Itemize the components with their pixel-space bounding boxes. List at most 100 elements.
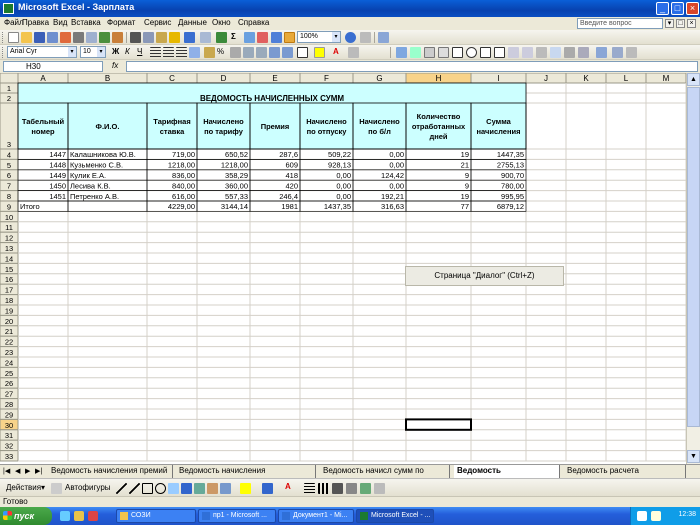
save-icon[interactable]: [34, 32, 45, 43]
row-header-label[interactable]: 7: [7, 182, 11, 191]
forms-label-icon[interactable]: [410, 47, 421, 58]
column-header-label[interactable]: G: [376, 74, 382, 83]
scroll-thumb[interactable]: [687, 87, 700, 427]
row-header-label[interactable]: 19: [5, 306, 13, 315]
column-header-label[interactable]: L: [624, 74, 629, 83]
row-header-label[interactable]: 18: [5, 296, 13, 305]
insert-function-icon[interactable]: fx: [112, 61, 118, 70]
active-cell[interactable]: [405, 418, 472, 431]
row-header-label[interactable]: 16: [5, 275, 13, 284]
forms-checkbox-icon[interactable]: [452, 47, 463, 58]
help-icon[interactable]: [345, 32, 356, 43]
row-header-label[interactable]: 27: [5, 390, 13, 399]
menu-chevron-icon[interactable]: ▾: [665, 19, 674, 28]
column-header-label[interactable]: A: [40, 74, 46, 83]
row-header-label[interactable]: 17: [5, 286, 13, 295]
menu-view[interactable]: Вид: [53, 18, 67, 27]
quicklaunch-ie-icon[interactable]: [60, 511, 70, 521]
zoom-select[interactable]: 100% ▾: [297, 31, 341, 43]
undo-icon[interactable]: [184, 32, 195, 43]
diagram-icon[interactable]: [194, 483, 205, 494]
row-header-label[interactable]: 2: [7, 94, 11, 103]
format-painter-icon[interactable]: [169, 32, 180, 43]
italic-icon[interactable]: К: [125, 47, 130, 56]
hyperlink-icon[interactable]: [216, 32, 227, 43]
name-box[interactable]: H30: [3, 61, 103, 72]
sort-desc-icon[interactable]: [257, 32, 268, 43]
borders-icon[interactable]: [297, 47, 308, 58]
sheet-tab[interactable]: Ведомость начисления премий: [48, 465, 173, 478]
row-header-label[interactable]: 30: [5, 421, 13, 430]
decrease-decimal-icon[interactable]: [256, 47, 267, 58]
bold-icon[interactable]: Ж: [112, 47, 119, 56]
custom-macro-icon[interactable]: [378, 32, 389, 43]
dash-style-icon[interactable]: [318, 483, 329, 494]
line-icon[interactable]: [116, 483, 127, 494]
column-header-label[interactable]: J: [544, 74, 548, 83]
column-header-label[interactable]: F: [324, 74, 329, 83]
forms-listbox-icon[interactable]: [480, 47, 491, 58]
column-header-label[interactable]: H: [436, 74, 442, 83]
row-header-label[interactable]: 28: [5, 400, 13, 409]
last-sheet-icon[interactable]: ▶|: [35, 467, 42, 475]
column-header-label[interactable]: I: [497, 74, 499, 83]
row-header-label[interactable]: 3: [7, 140, 11, 149]
worksheet-grid[interactable]: A B C D E F G H I J K L M 1 2 3 4 5 6 7 8 9 10 11 12 13 14 15 16 17 18…: [0, 73, 700, 464]
shadow-style-icon[interactable]: [346, 483, 357, 494]
help-question-input[interactable]: Введите вопрос: [577, 18, 663, 29]
draw-fill-color-icon[interactable]: [240, 483, 251, 494]
textbox-icon[interactable]: [168, 483, 179, 494]
email-icon[interactable]: [60, 32, 71, 43]
forms-code-icon[interactable]: [550, 47, 561, 58]
forms-properties-icon[interactable]: [536, 47, 547, 58]
row-header-label[interactable]: 14: [5, 254, 13, 263]
column-header-label[interactable]: D: [221, 74, 227, 83]
underline-icon[interactable]: Ч: [137, 47, 142, 56]
forms-scrollbar-icon[interactable]: [508, 47, 519, 58]
print-icon[interactable]: [73, 32, 84, 43]
close-button[interactable]: ×: [686, 2, 699, 15]
decrease-indent-icon[interactable]: [269, 47, 280, 58]
vertical-scrollbar[interactable]: ▲ ▼: [686, 73, 700, 464]
row-header-label[interactable]: 12: [5, 234, 13, 243]
column-header-label[interactable]: C: [169, 74, 175, 83]
line-color-icon[interactable]: [262, 483, 273, 494]
first-sheet-icon[interactable]: |◀: [3, 467, 10, 475]
row-header-label[interactable]: 8: [7, 192, 11, 201]
font-color-icon[interactable]: A: [333, 47, 339, 56]
forms-option-icon[interactable]: [466, 47, 477, 58]
fill-color-icon[interactable]: [314, 47, 325, 58]
menu-data[interactable]: Данные: [178, 18, 207, 27]
font-name-select[interactable]: Arial Cyr ▾: [7, 46, 77, 58]
task-button[interactable]: СОЗИ: [116, 509, 196, 523]
forms-spinner-icon[interactable]: [522, 47, 533, 58]
scroll-down-icon[interactable]: ▼: [687, 450, 700, 463]
control-toolbox-icon[interactable]: [596, 47, 607, 58]
research-icon[interactable]: [112, 32, 123, 43]
toolbar-options-icon[interactable]: [374, 483, 385, 494]
task-button-active[interactable]: Microsoft Excel - ...: [356, 509, 434, 523]
menu-tools[interactable]: Сервис: [144, 18, 171, 27]
doc-close-icon[interactable]: ×: [687, 19, 696, 28]
start-button[interactable]: пуск: [0, 507, 52, 525]
doc-restore-icon[interactable]: □: [676, 19, 685, 28]
forms-groupbox-icon[interactable]: [424, 47, 435, 58]
row-header-label[interactable]: 15: [5, 265, 13, 274]
permission-icon[interactable]: [47, 32, 58, 43]
thousands-icon[interactable]: [230, 47, 241, 58]
align-center-icon[interactable]: [163, 47, 174, 58]
row-header-label[interactable]: 23: [5, 348, 13, 357]
toolbar-grip[interactable]: [2, 47, 5, 58]
column-header-label[interactable]: M: [663, 74, 670, 83]
prev-sheet-icon[interactable]: ◀: [15, 467, 20, 475]
row-header-label[interactable]: 13: [5, 244, 13, 253]
toolbar-options-icon[interactable]: [348, 47, 359, 58]
arrow-style-icon[interactable]: [332, 483, 343, 494]
menu-edit[interactable]: Правка: [22, 18, 49, 27]
drawing-icon[interactable]: [284, 32, 295, 43]
sort-asc-icon[interactable]: [244, 32, 255, 43]
copy-icon[interactable]: [143, 32, 154, 43]
draw-font-color-icon[interactable]: A: [285, 482, 291, 491]
maximize-button[interactable]: □: [671, 2, 684, 15]
column-header-label[interactable]: K: [583, 74, 589, 83]
